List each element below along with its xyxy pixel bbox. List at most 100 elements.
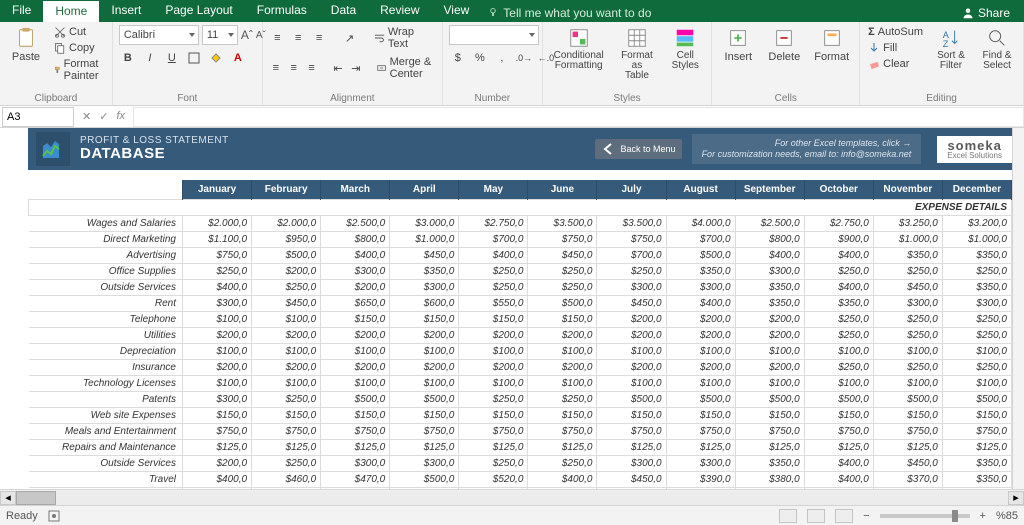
cell[interactable]: $200,0 — [459, 360, 528, 376]
cell[interactable]: $400,0 — [666, 296, 735, 312]
cell[interactable]: $3.200,0 — [942, 216, 1011, 232]
cell[interactable]: $100,0 — [942, 376, 1011, 392]
macro-record-icon[interactable] — [48, 510, 60, 522]
cell[interactable]: $350,0 — [942, 248, 1011, 264]
copy-button[interactable]: Copy — [52, 41, 106, 55]
menu-tab-insert[interactable]: Insert — [99, 0, 153, 22]
cell[interactable]: $200,0 — [390, 360, 459, 376]
cell[interactable]: $100,0 — [459, 344, 528, 360]
cell[interactable]: $0,0 — [321, 488, 390, 490]
formula-input[interactable] — [133, 107, 1024, 127]
cell[interactable]: $250,0 — [459, 264, 528, 280]
cell[interactable]: $125,0 — [942, 440, 1011, 456]
cell[interactable]: $250,0 — [459, 456, 528, 472]
underline-button[interactable]: U — [163, 49, 181, 67]
cell[interactable]: $150,0 — [459, 408, 528, 424]
align-right-button[interactable]: ≡ — [305, 59, 319, 77]
cell[interactable]: $1.000,0 — [873, 232, 942, 248]
zoom-value[interactable]: %85 — [996, 510, 1018, 522]
column-header[interactable]: October — [804, 180, 873, 200]
cell[interactable]: $450,0 — [597, 472, 666, 488]
cell[interactable]: $500,0 — [597, 392, 666, 408]
back-to-menu-button[interactable]: Back to Menu — [595, 139, 682, 159]
conditional-formatting-button[interactable]: Conditional Formatting — [549, 25, 609, 73]
row-label[interactable]: Patents — [29, 392, 183, 408]
align-center-button[interactable]: ≡ — [287, 59, 301, 77]
cell[interactable]: $750,0 — [666, 424, 735, 440]
cell[interactable]: $250,0 — [528, 280, 597, 296]
cell[interactable]: $100,0 — [321, 376, 390, 392]
cell[interactable]: $100,0 — [597, 376, 666, 392]
cell[interactable]: $300,0 — [735, 264, 804, 280]
cell[interactable]: $500,0 — [390, 392, 459, 408]
cell[interactable]: $250,0 — [252, 392, 321, 408]
normal-view-button[interactable] — [779, 509, 797, 523]
cell[interactable]: $300,0 — [597, 456, 666, 472]
font-color-button[interactable]: A — [229, 49, 247, 67]
cell[interactable]: $2.000,0 — [252, 216, 321, 232]
cell[interactable]: $750,0 — [252, 424, 321, 440]
cell[interactable]: $300,0 — [597, 280, 666, 296]
cell[interactable]: $200,0 — [735, 328, 804, 344]
cell[interactable]: $450,0 — [873, 456, 942, 472]
row-label[interactable]: Direct Marketing — [29, 232, 183, 248]
cell[interactable]: $500,0 — [528, 296, 597, 312]
cell[interactable]: $100,0 — [735, 344, 804, 360]
cell[interactable]: $550,0 — [459, 296, 528, 312]
column-header[interactable]: August — [666, 180, 735, 200]
cell[interactable]: $380,0 — [735, 472, 804, 488]
cell[interactable]: $125,0 — [735, 440, 804, 456]
cell[interactable]: $750,0 — [597, 424, 666, 440]
cell[interactable]: $200,0 — [183, 328, 252, 344]
cell[interactable]: $0,0 — [597, 488, 666, 490]
cell[interactable]: $500,0 — [666, 248, 735, 264]
cell[interactable]: $500,0 — [804, 392, 873, 408]
cell[interactable]: $700,0 — [459, 232, 528, 248]
cell[interactable]: $250,0 — [873, 312, 942, 328]
cell[interactable]: $400,0 — [321, 248, 390, 264]
cell[interactable]: $250,0 — [528, 392, 597, 408]
cell[interactable]: $750,0 — [321, 424, 390, 440]
share-button[interactable]: Share — [948, 0, 1024, 22]
cell[interactable]: $2.750,0 — [804, 216, 873, 232]
cell[interactable]: $250,0 — [252, 456, 321, 472]
cell[interactable]: $500,0 — [735, 392, 804, 408]
cell[interactable]: $0,0 — [942, 488, 1011, 490]
cell[interactable]: $350,0 — [735, 456, 804, 472]
accounting-format-button[interactable]: $ — [449, 49, 467, 67]
cell[interactable]: $750,0 — [735, 424, 804, 440]
italic-button[interactable]: I — [141, 49, 159, 67]
cell[interactable]: $250,0 — [873, 264, 942, 280]
cell[interactable]: $350,0 — [735, 280, 804, 296]
cell[interactable]: $0,0 — [804, 488, 873, 490]
cell[interactable]: $100,0 — [804, 376, 873, 392]
cell[interactable]: $200,0 — [321, 328, 390, 344]
cell[interactable]: $250,0 — [873, 328, 942, 344]
cell[interactable]: $2.000,0 — [183, 216, 252, 232]
cell[interactable]: $200,0 — [735, 312, 804, 328]
cell[interactable]: $470,0 — [321, 472, 390, 488]
cell[interactable]: $150,0 — [942, 408, 1011, 424]
border-button[interactable] — [185, 49, 203, 67]
page-layout-view-button[interactable] — [807, 509, 825, 523]
zoom-in-button[interactable]: + — [980, 510, 986, 522]
cell[interactable]: $300,0 — [321, 264, 390, 280]
cell[interactable]: $200,0 — [735, 360, 804, 376]
cell[interactable]: $200,0 — [252, 360, 321, 376]
wrap-text-button[interactable]: Wrap Text — [372, 25, 436, 51]
cell[interactable]: $125,0 — [390, 440, 459, 456]
cell[interactable]: $350,0 — [942, 456, 1011, 472]
cell-styles-button[interactable]: Cell Styles — [665, 25, 705, 73]
cell[interactable]: $750,0 — [183, 248, 252, 264]
column-header[interactable]: September — [735, 180, 804, 200]
cell[interactable]: $100,0 — [183, 312, 252, 328]
row-label[interactable]: Rent — [29, 296, 183, 312]
cell[interactable]: $500,0 — [321, 392, 390, 408]
column-header[interactable]: December — [942, 180, 1011, 200]
cell[interactable]: $750,0 — [528, 232, 597, 248]
cell[interactable]: $0,0 — [459, 488, 528, 490]
cell[interactable]: $1.000,0 — [942, 232, 1011, 248]
row-label[interactable]: Insurance — [29, 360, 183, 376]
column-header[interactable]: June — [528, 180, 597, 200]
cell[interactable]: $250,0 — [804, 360, 873, 376]
